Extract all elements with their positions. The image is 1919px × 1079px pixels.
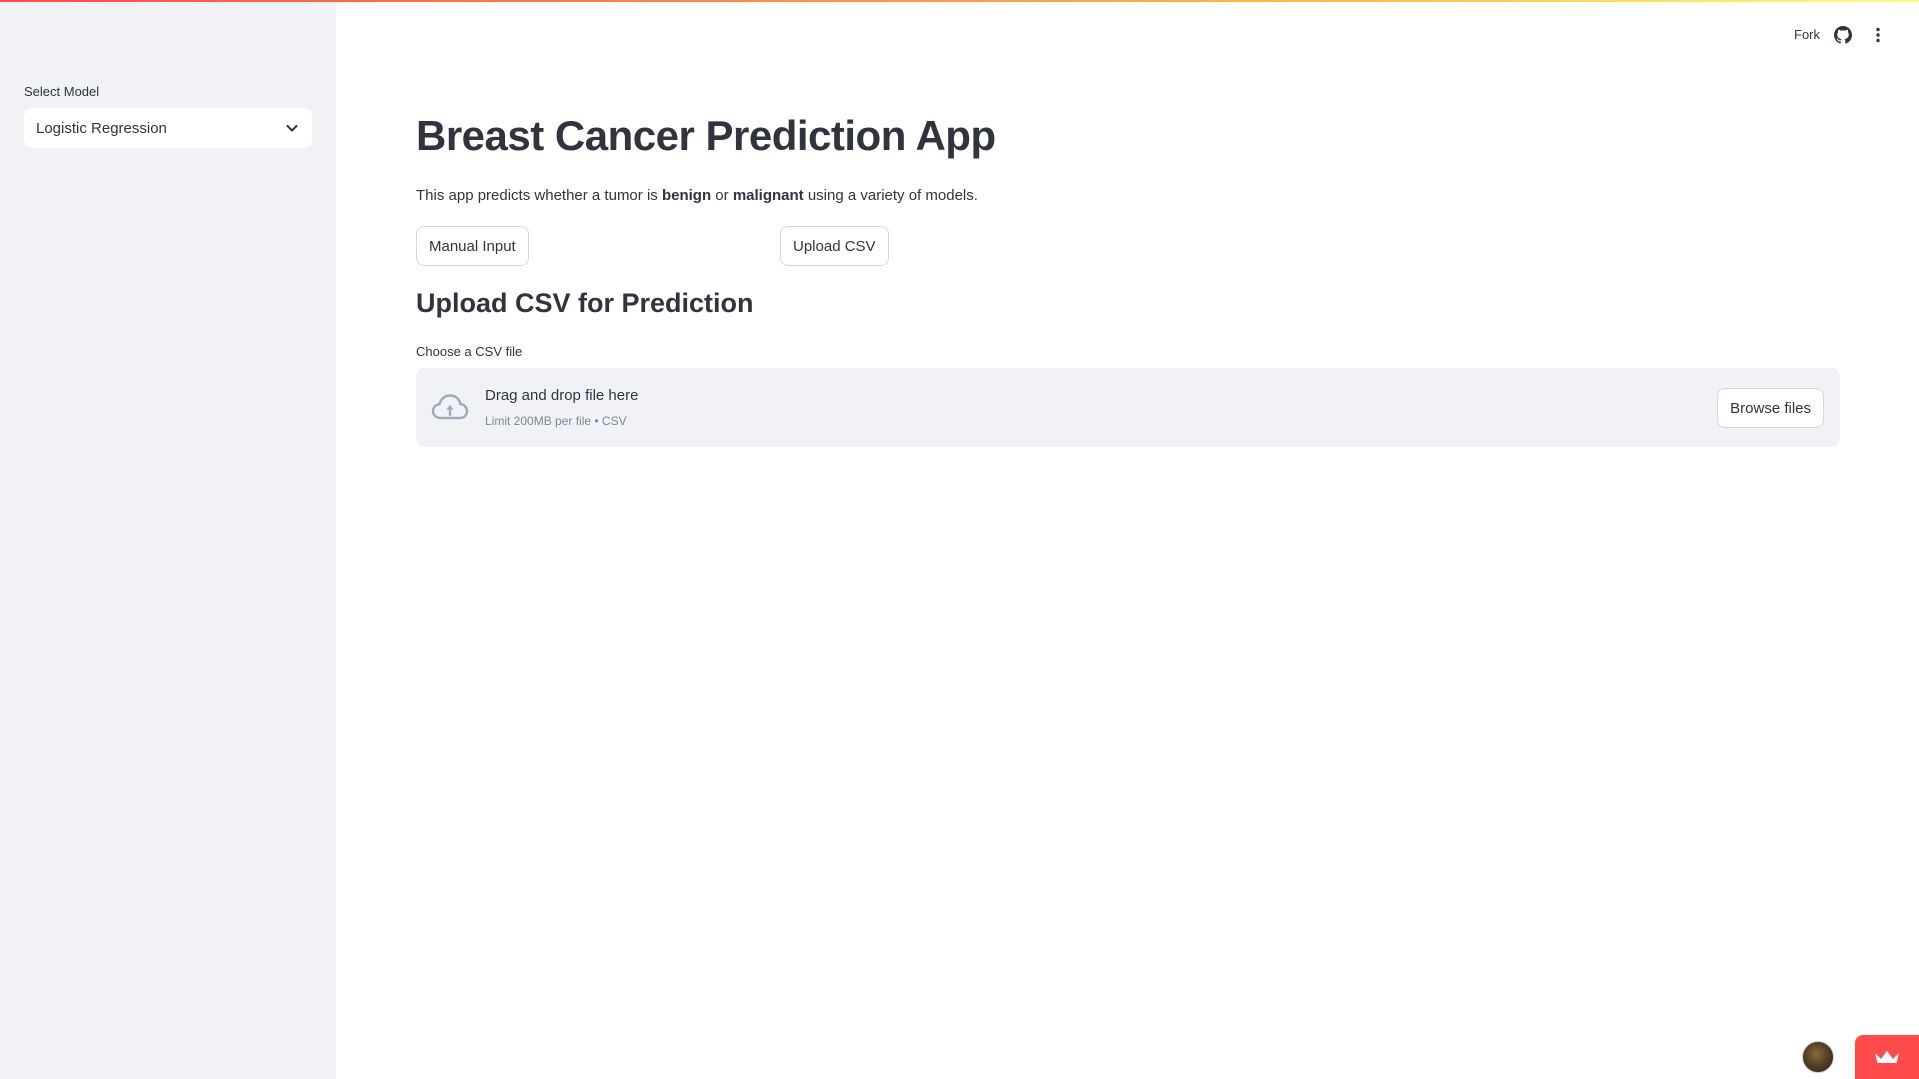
cloud-upload-icon	[431, 394, 469, 420]
dropzone-title: Drag and drop file here	[485, 387, 639, 404]
dropzone-subtitle: Limit 200MB per file • CSV	[485, 414, 627, 428]
intro-prefix: This app predicts whether a tumor is	[416, 187, 662, 204]
file-uploader-label: Choose a CSV file	[416, 344, 523, 359]
sidebar: Select Model Logistic Regression	[0, 0, 336, 1079]
model-select-value: Logistic Regression	[36, 119, 167, 137]
intro-text: This app predicts whether a tumor is ben…	[416, 187, 978, 204]
chevron-down-icon	[286, 125, 298, 132]
intro-malignant: malignant	[732, 187, 804, 204]
app-header: Fork	[336, 0, 1919, 72]
model-select[interactable]: Logistic Regression	[24, 108, 312, 148]
page-title: Breast Cancer Prediction App	[416, 112, 996, 159]
manual-input-button[interactable]: Manual Input	[416, 226, 529, 266]
avatar[interactable]	[1802, 1041, 1834, 1073]
intro-suffix: using a variety of models.	[803, 187, 978, 204]
more-vertical-icon[interactable]	[1869, 26, 1887, 44]
section-title: Upload CSV for Prediction	[416, 288, 754, 318]
intro-or: or	[711, 187, 733, 204]
upload-csv-button[interactable]: Upload CSV	[780, 226, 889, 266]
github-icon[interactable]	[1834, 26, 1852, 44]
browse-files-button[interactable]: Browse files	[1717, 388, 1824, 428]
streamlit-badge[interactable]	[1855, 1035, 1919, 1079]
top-decoration-bar	[0, 0, 1919, 2]
file-dropzone[interactable]: Drag and drop file here Limit 200MB per …	[416, 368, 1840, 447]
crown-icon	[1875, 1051, 1899, 1063]
intro-benign: benign	[661, 187, 712, 204]
fork-link[interactable]: Fork	[1794, 27, 1820, 42]
select-model-label: Select Model	[24, 84, 100, 99]
